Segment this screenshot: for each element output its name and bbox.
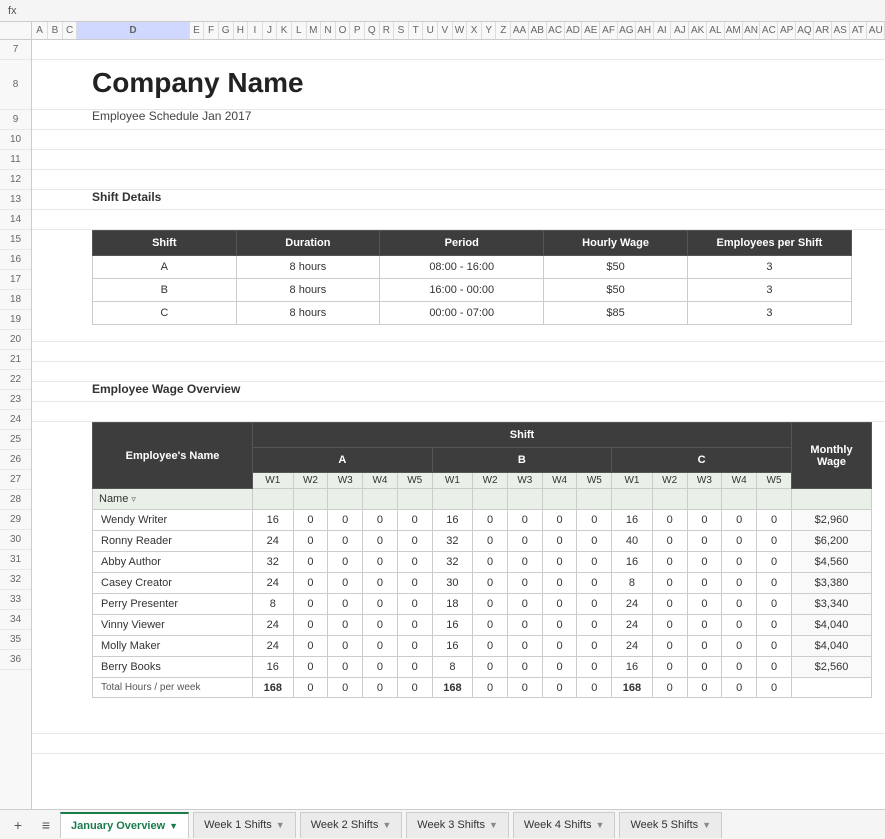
row-22 (32, 402, 885, 422)
col-header-a[interactable]: A (32, 22, 48, 39)
sheet-tab-week-1-shifts[interactable]: Week 1 Shifts ▼ (193, 812, 296, 838)
employee-name-cell: Vinny Viewer (93, 615, 253, 636)
shift-header-duration: Duration (236, 231, 380, 256)
row-10 (32, 130, 885, 150)
spreadsheet-grid: 7 8 9 10 11 12 13 14 15 16 17 18 19 20 2… (0, 40, 885, 809)
wage-header-monthly: Monthly Wage (792, 423, 872, 489)
wage-totals-row: Total Hours / per week168000016800001680… (93, 678, 872, 698)
row-21: Employee Wage Overview (32, 382, 885, 402)
shift-row: C8 hours00:00 - 07:00$853 (93, 302, 852, 325)
employee-name-cell: Ronny Reader (93, 531, 253, 552)
shift-row: A8 hours08:00 - 16:00$503 (93, 256, 852, 279)
employee-name-cell: Berry Books (93, 657, 253, 678)
company-name: Company Name (92, 67, 304, 99)
shift-header-shift: Shift (93, 231, 237, 256)
monthly-wage-cell: $4,040 (792, 615, 872, 636)
col-header-b[interactable]: B (48, 22, 63, 39)
monthly-wage-cell: $3,340 (792, 594, 872, 615)
name-column-label: Name ▿ (93, 489, 253, 510)
employee-name-cell: Casey Creator (93, 573, 253, 594)
monthly-wage-cell: $3,380 (792, 573, 872, 594)
wage-table: Employee's Name Shift Monthly Wage ABC W… (92, 422, 872, 698)
wage-employee-row: Abby Author320000320000160000$4,560 (93, 552, 872, 573)
wage-header-name: Employee's Name (93, 423, 253, 489)
row-12 (32, 170, 885, 190)
shift-header-period: Period (380, 231, 544, 256)
wage-employee-row: Vinny Viewer240000160000240000$4,040 (93, 615, 872, 636)
shift-header-wage: Hourly Wage (544, 231, 688, 256)
row-numbers: 7 8 9 10 11 12 13 14 15 16 17 18 19 20 2… (0, 40, 32, 809)
monthly-wage-cell: $4,040 (792, 636, 872, 657)
row-36 (32, 734, 885, 754)
column-headers: A B C D E F G H I J K L M N O P Q R S T … (0, 22, 885, 40)
sheet-tab-january-overview[interactable]: January Overview ▼ (60, 812, 189, 838)
employee-name-cell: Molly Maker (93, 636, 253, 657)
wage-employee-row: Berry Books16000080000160000$2,560 (93, 657, 872, 678)
employee-name-cell: Abby Author (93, 552, 253, 573)
sheet-tab-week-2-shifts[interactable]: Week 2 Shifts ▼ (300, 812, 403, 838)
tab-bar: + ≡ January Overview ▼Week 1 Shifts ▼Wee… (0, 809, 885, 839)
sheet-tab-week-3-shifts[interactable]: Week 3 Shifts ▼ (406, 812, 509, 838)
wage-employee-row: Perry Presenter80000180000240000$3,340 (93, 594, 872, 615)
formula-bar-content: fx (8, 5, 17, 17)
shift-table: Shift Duration Period Hourly Wage Employ… (92, 230, 852, 325)
monthly-wage-cell: $2,960 (792, 510, 872, 531)
row-19 (32, 342, 885, 362)
add-sheet-button[interactable]: + (4, 813, 32, 837)
row-14 (32, 210, 885, 230)
row-9: Employee Schedule Jan 2017 (32, 110, 885, 130)
monthly-wage-cell: $6,200 (792, 531, 872, 552)
sheet-menu-button[interactable]: ≡ (32, 813, 60, 837)
wage-employee-row: Wendy Writer160000160000160000$2,960 (93, 510, 872, 531)
col-header-d[interactable]: D (77, 22, 189, 39)
row-20 (32, 362, 885, 382)
employee-name-cell: Perry Presenter (93, 594, 253, 615)
employee-name-cell: Wendy Writer (93, 510, 253, 531)
wage-header-shift: Shift (253, 423, 792, 448)
subtitle: Employee Schedule Jan 2017 (92, 109, 251, 123)
wage-employee-row: Molly Maker240000160000240000$4,040 (93, 636, 872, 657)
sheet-tab-week-4-shifts[interactable]: Week 4 Shifts ▼ (513, 812, 616, 838)
wage-employee-row: Casey Creator24000030000080000$3,380 (93, 573, 872, 594)
shift-table-container: Shift Duration Period Hourly Wage Employ… (32, 230, 885, 342)
wage-employee-row: Ronny Reader240000320000400000$6,200 (93, 531, 872, 552)
monthly-wage-cell: $2,560 (792, 657, 872, 678)
row-35 (32, 714, 885, 734)
wage-table-container: Employee's Name Shift Monthly Wage ABC W… (32, 422, 885, 698)
row-8: Company Name (32, 60, 885, 110)
content-area: Company Name Employee Schedule Jan 2017 … (32, 40, 885, 809)
monthly-wage-cell: $4,560 (792, 552, 872, 573)
wage-overview-title: Employee Wage Overview (92, 382, 240, 396)
shift-details-title: Shift Details (92, 190, 161, 204)
row-13: Shift Details (32, 190, 885, 210)
row-11 (32, 150, 885, 170)
col-header-c[interactable]: C (63, 22, 78, 39)
formula-bar: fx (0, 0, 885, 22)
sheet-tab-week-5-shifts[interactable]: Week 5 Shifts ▼ (619, 812, 722, 838)
wage-col-label-row: Name ▿ (93, 489, 872, 510)
row-7 (32, 40, 885, 60)
shift-row: B8 hours16:00 - 00:00$503 (93, 279, 852, 302)
shift-header-employees: Employees per Shift (687, 231, 851, 256)
